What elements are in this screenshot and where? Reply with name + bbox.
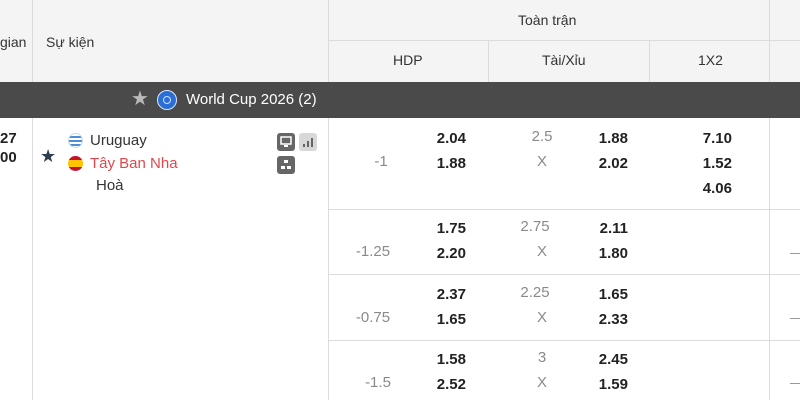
ou-x-label: X	[536, 374, 547, 391]
ou-under-odd[interactable]: 1.59	[582, 376, 628, 393]
league-name: World Cup 2026 (2)	[186, 91, 317, 108]
hdp-away-odd[interactable]: 1.65	[420, 311, 466, 328]
hdp-line: -1.25	[355, 243, 391, 260]
ou-line: 2.25	[520, 284, 550, 301]
time-column-header: gian	[0, 34, 27, 50]
draw-label: Hoà	[96, 177, 124, 194]
match-time-hour: 00	[0, 149, 17, 166]
uruguay-flag-icon	[68, 133, 83, 148]
spain-flag-icon	[68, 156, 83, 171]
1x2-home-odd[interactable]: 7.10	[686, 130, 732, 147]
hdp-home-odd[interactable]: 1.75	[420, 220, 466, 237]
overflow-indicator	[790, 253, 800, 254]
ou-under-odd[interactable]: 2.33	[582, 311, 628, 328]
statistics-icon[interactable]	[299, 133, 317, 151]
ou-under-odd[interactable]: 1.80	[582, 245, 628, 262]
full-match-header: Toàn trận	[518, 12, 577, 28]
table-header	[0, 0, 800, 82]
ou-over-odd[interactable]: 2.11	[582, 220, 628, 237]
ou-over-odd[interactable]: 1.88	[582, 130, 628, 147]
ou-x-label: X	[536, 309, 547, 326]
league-bar[interactable]: ★ World Cup 2026 (2)	[0, 82, 800, 118]
ou-line: 3	[537, 349, 547, 366]
hdp-away-odd[interactable]: 2.20	[420, 245, 466, 262]
hdp-column-header: HDP	[393, 52, 423, 68]
overflow-indicator	[790, 318, 800, 319]
event-column-header: Sự kiện	[46, 34, 95, 50]
hdp-line: -1.5	[365, 374, 391, 391]
ou-over-odd[interactable]: 2.45	[582, 351, 628, 368]
ou-line: 2.75	[520, 218, 550, 235]
hdp-line: -1	[374, 153, 388, 170]
hdp-home-odd[interactable]: 2.37	[420, 286, 466, 303]
ou-line: 2.5	[531, 128, 553, 145]
ou-x-label: X	[536, 243, 547, 260]
ou-under-odd[interactable]: 2.02	[582, 155, 628, 172]
world-cup-logo-icon	[157, 90, 177, 110]
hdp-away-odd[interactable]: 2.52	[420, 376, 466, 393]
over-under-column-header: Tài/Xỉu	[542, 52, 586, 68]
live-stream-icon[interactable]	[277, 133, 295, 151]
1x2-draw-odd[interactable]: 4.06	[686, 180, 732, 197]
hdp-line: -0.75	[355, 309, 391, 326]
favorite-star-icon[interactable]: ★	[131, 89, 149, 109]
hdp-away-odd[interactable]: 1.88	[420, 155, 466, 172]
1x2-away-odd[interactable]: 1.52	[686, 155, 732, 172]
ou-over-odd[interactable]: 1.65	[582, 286, 628, 303]
match-time-day: 27	[0, 130, 17, 147]
home-team-name[interactable]: Uruguay	[90, 132, 147, 149]
lineup-icon[interactable]	[277, 156, 295, 174]
ou-x-label: X	[536, 153, 547, 170]
1x2-column-header: 1X2	[698, 52, 723, 68]
overflow-indicator	[790, 383, 800, 384]
hdp-home-odd[interactable]: 1.58	[420, 351, 466, 368]
hdp-home-odd[interactable]: 2.04	[420, 130, 466, 147]
away-team-name[interactable]: Tây Ban Nha	[90, 155, 178, 172]
favorite-match-star-icon[interactable]: ★	[40, 146, 56, 167]
